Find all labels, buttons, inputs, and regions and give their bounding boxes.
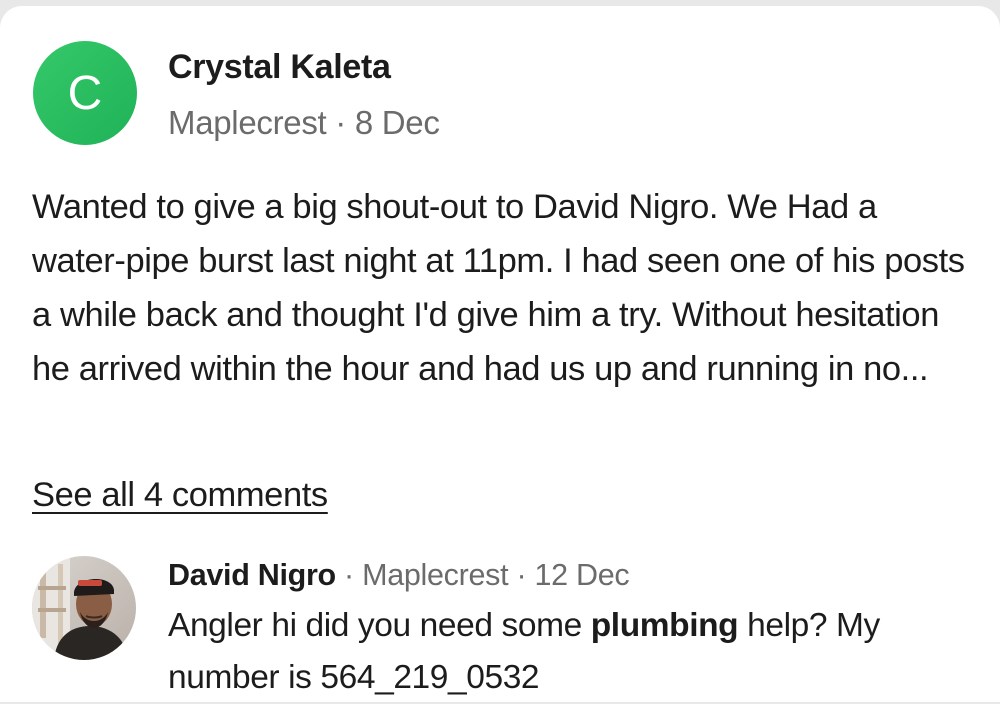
post-location[interactable]: Maplecrest bbox=[168, 104, 327, 141]
reply-meta-separator: · bbox=[335, 558, 363, 592]
reply-author-name[interactable]: David Nigro bbox=[168, 558, 336, 592]
meta-separator: · bbox=[326, 104, 355, 141]
reply-header: David Nigro · Maplecrest · 12 Dec bbox=[168, 558, 630, 593]
see-all-comments-link[interactable]: See all 4 comments bbox=[32, 476, 328, 515]
avatar-letter: C bbox=[67, 66, 103, 120]
reply-date: 12 Dec bbox=[534, 558, 630, 592]
author-avatar[interactable]: C bbox=[33, 41, 137, 145]
profile-photo-icon bbox=[32, 556, 136, 660]
reply-author-avatar[interactable] bbox=[32, 556, 136, 660]
post-card: C Crystal Kaleta Maplecrest · 8 Dec Want… bbox=[0, 6, 1000, 702]
post-meta: Maplecrest · 8 Dec bbox=[168, 104, 440, 142]
post-date: 8 Dec bbox=[354, 104, 440, 141]
reply-body[interactable]: Angler hi did you need some plumbing hel… bbox=[168, 600, 978, 704]
reply-location[interactable]: Maplecrest bbox=[362, 558, 508, 592]
reply-meta-separator-2: · bbox=[508, 558, 535, 592]
reply-text-highlight: plumbing bbox=[590, 607, 739, 644]
reply-text-before: Angler hi did you need some bbox=[168, 607, 591, 644]
author-name[interactable]: Crystal Kaleta bbox=[168, 48, 391, 87]
post-body[interactable]: Wanted to give a big shout-out to David … bbox=[32, 180, 972, 396]
